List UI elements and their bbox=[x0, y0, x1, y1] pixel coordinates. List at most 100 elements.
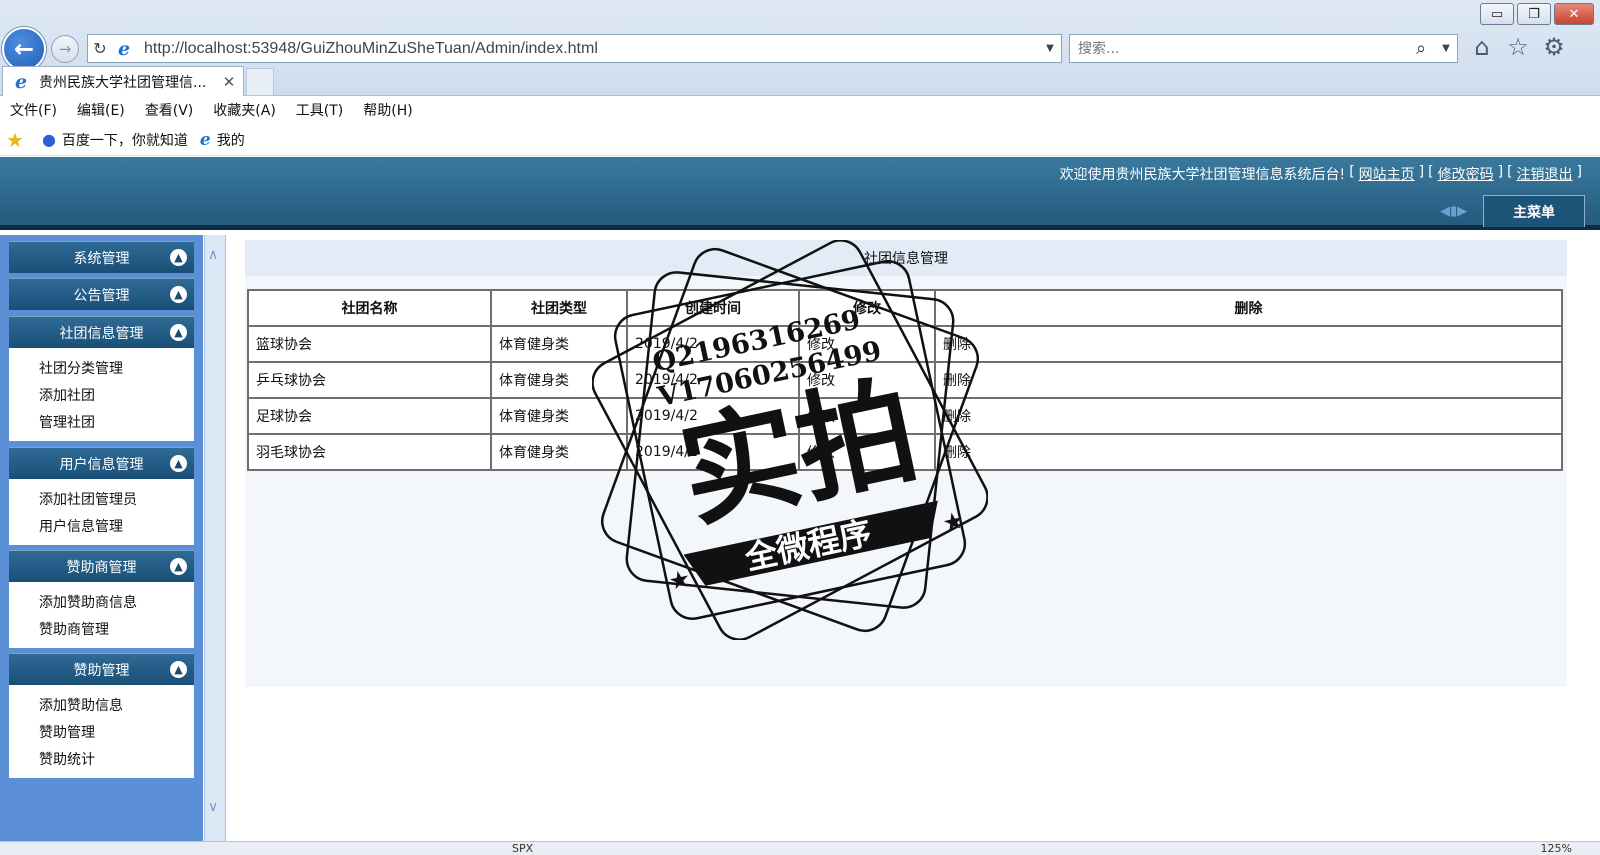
close-window-button[interactable]: ✕ bbox=[1554, 3, 1594, 25]
back-arrow-icon: ← bbox=[13, 35, 35, 63]
menu-tools[interactable]: 工具(T) bbox=[296, 100, 343, 120]
close-icon[interactable]: ✕ bbox=[221, 73, 237, 91]
panel-header-notice[interactable]: 公告管理 ▲ bbox=[9, 278, 194, 310]
panel-body: 社团分类管理 添加社团 管理社团 bbox=[9, 348, 194, 441]
scroll-up-icon[interactable]: ∧ bbox=[208, 247, 218, 263]
window-controls: ▭ ❐ ✕ bbox=[1480, 3, 1594, 25]
panel-header-sponsor[interactable]: 赞助商管理 ▲ bbox=[9, 550, 194, 582]
zoom-level[interactable]: 125% bbox=[1541, 842, 1572, 855]
refresh-icon[interactable]: ↻ bbox=[88, 39, 112, 58]
menu-view[interactable]: 查看(V) bbox=[145, 100, 194, 120]
collapse-chevron-icon[interactable]: ▲ bbox=[170, 558, 187, 575]
cell-club-name: 足球协会 bbox=[247, 397, 492, 435]
edit-link[interactable]: 修改 bbox=[798, 361, 936, 399]
address-bar[interactable]: ↻ e http://localhost:53948/GuiZhouMinZuS… bbox=[87, 34, 1062, 63]
sidebar-panel-club-info: 社团信息管理 ▲ 社团分类管理 添加社团 管理社团 bbox=[9, 316, 194, 441]
panel-header-sponsorship[interactable]: 赞助管理 ▲ bbox=[9, 653, 194, 685]
link-home[interactable]: 网站主页 bbox=[1359, 164, 1415, 184]
panel-title: 系统管理 bbox=[73, 250, 130, 267]
cell-created: 2019/4/2 bbox=[626, 325, 800, 363]
panel-body: 添加赞助信息 赞助管理 赞助统计 bbox=[9, 685, 194, 778]
panel-header-user-info[interactable]: 用户信息管理 ▲ bbox=[9, 447, 194, 479]
browser-tab[interactable]: e 贵州民族大学社团管理信... ✕ bbox=[2, 66, 244, 96]
menu-bar: 文件(F) 编辑(E) 查看(V) 收藏夹(A) 工具(T) 帮助(H) bbox=[0, 96, 1600, 124]
sidebar-item-sponsorship-manage[interactable]: 赞助管理 bbox=[39, 720, 194, 747]
sidebar-item-add-club-admin[interactable]: 添加社团管理员 bbox=[39, 487, 194, 514]
collapse-menu-icon[interactable]: ◀▮▶ bbox=[1440, 204, 1467, 219]
edit-link[interactable]: 修改 bbox=[798, 433, 936, 471]
content-panel: 社团信息管理 社团名称 社团类型 创建时间 修改 删除 篮球协会 体育健身类 2… bbox=[245, 240, 1567, 687]
sidebar-item-user-info[interactable]: 用户信息管理 bbox=[39, 514, 194, 541]
chevron-down-icon[interactable]: ▼ bbox=[1435, 43, 1457, 54]
forward-button[interactable]: → bbox=[51, 35, 79, 63]
favorite-mine[interactable]: 我的 bbox=[217, 130, 245, 150]
status-text: SPX bbox=[512, 842, 534, 855]
menu-file[interactable]: 文件(F) bbox=[10, 100, 57, 120]
delete-link[interactable]: 删除 bbox=[934, 325, 1563, 363]
page-title: 社团信息管理 bbox=[245, 240, 1567, 276]
ie-tab-icon: e bbox=[14, 70, 28, 93]
delete-link[interactable]: 删除 bbox=[934, 397, 1563, 435]
search-input[interactable] bbox=[1078, 40, 1407, 57]
sidebar-item-manage-club[interactable]: 管理社团 bbox=[39, 410, 194, 437]
sidebar-item-club-category[interactable]: 社团分类管理 bbox=[39, 356, 194, 383]
sidebar-item-sponsor-manage[interactable]: 赞助商管理 bbox=[39, 617, 194, 644]
panel-title: 赞助管理 bbox=[73, 662, 130, 679]
cell-club-type: 体育健身类 bbox=[490, 325, 628, 363]
chevron-down-icon[interactable]: ▼ bbox=[1039, 43, 1061, 54]
home-icon[interactable]: ⌂ bbox=[1468, 33, 1496, 61]
sidebar-item-add-sponsorship[interactable]: 添加赞助信息 bbox=[39, 693, 194, 720]
column-header-delete: 删除 bbox=[934, 289, 1563, 327]
restore-button[interactable]: ❐ bbox=[1517, 3, 1551, 25]
table-row: 羽毛球协会 体育健身类 2019/4/2 修改 删除 bbox=[247, 433, 1563, 471]
sidebar-item-sponsorship-stats[interactable]: 赞助统计 bbox=[39, 747, 194, 774]
collapse-chevron-icon[interactable]: ▲ bbox=[170, 286, 187, 303]
chrome-icons: ⌂ ☆ ⚙ bbox=[1468, 33, 1568, 61]
cell-club-name: 篮球协会 bbox=[247, 325, 492, 363]
ie-page-icon: e bbox=[199, 129, 211, 150]
cell-club-type: 体育健身类 bbox=[490, 397, 628, 435]
scroll-down-icon[interactable]: ∨ bbox=[208, 799, 218, 815]
column-header-edit: 修改 bbox=[798, 289, 936, 327]
tab-main-menu[interactable]: 主菜单 bbox=[1483, 195, 1585, 227]
cell-created: 2019/4/2 bbox=[626, 433, 800, 471]
table-row: 篮球协会 体育健身类 2019/4/2 修改 删除 bbox=[247, 325, 1563, 363]
welcome-text: 欢迎使用贵州民族大学社团管理信息系统后台! bbox=[1059, 167, 1346, 183]
url-text[interactable]: http://localhost:53948/GuiZhouMinZuSheTu… bbox=[144, 40, 1039, 58]
table-row: 乒乓球协会 体育健身类 2019/4/2 修改 删除 bbox=[247, 361, 1563, 399]
collapse-chevron-icon[interactable]: ▲ bbox=[170, 324, 187, 341]
new-tab-button[interactable] bbox=[246, 68, 274, 96]
sidebar-panel-notice: 公告管理 ▲ bbox=[9, 278, 194, 310]
collapse-chevron-icon[interactable]: ▲ bbox=[170, 455, 187, 472]
panel-title: 用户信息管理 bbox=[59, 456, 144, 473]
cell-created: 2019/4/2 bbox=[626, 397, 800, 435]
sidebar-item-add-sponsor[interactable]: 添加赞助商信息 bbox=[39, 590, 194, 617]
favorite-baidu[interactable]: 百度一下，你就知道 bbox=[62, 130, 188, 150]
minimize-button[interactable]: ▭ bbox=[1480, 3, 1514, 25]
search-icon[interactable]: ⌕ bbox=[1407, 38, 1435, 59]
panel-header-system[interactable]: 系统管理 ▲ bbox=[9, 241, 194, 273]
sidebar-item-add-club[interactable]: 添加社团 bbox=[39, 383, 194, 410]
menu-help[interactable]: 帮助(H) bbox=[363, 100, 412, 120]
favorites-star-icon[interactable]: ☆ bbox=[1504, 33, 1532, 61]
collapse-chevron-icon[interactable]: ▲ bbox=[170, 249, 187, 266]
favorites-star-icon[interactable]: ★ bbox=[6, 128, 24, 152]
edit-link[interactable]: 修改 bbox=[798, 325, 936, 363]
sidebar-splitter[interactable]: ∧ ∨ bbox=[204, 235, 226, 841]
menu-edit[interactable]: 编辑(E) bbox=[77, 100, 125, 120]
collapse-chevron-icon[interactable]: ▲ bbox=[170, 661, 187, 678]
search-box[interactable]: ⌕ ▼ bbox=[1069, 34, 1458, 63]
forward-arrow-icon: → bbox=[58, 40, 72, 58]
panel-header-club-info[interactable]: 社团信息管理 ▲ bbox=[9, 316, 194, 348]
link-logout[interactable]: 注销退出 bbox=[1517, 164, 1573, 184]
tab-title: 贵州民族大学社团管理信... bbox=[39, 74, 207, 91]
settings-gear-icon[interactable]: ⚙ bbox=[1540, 33, 1568, 61]
back-button[interactable]: ← bbox=[2, 27, 46, 71]
cell-club-name: 乒乓球协会 bbox=[247, 361, 492, 399]
menu-favorites[interactable]: 收藏夹(A) bbox=[213, 100, 276, 120]
delete-link[interactable]: 删除 bbox=[934, 361, 1563, 399]
link-change-password[interactable]: 修改密码 bbox=[1438, 164, 1494, 184]
sidebar: 系统管理 ▲ 公告管理 ▲ 社团信息管理 ▲ 社团分类管理 添加社团 管理社团 … bbox=[0, 235, 203, 841]
edit-link[interactable]: 修改 bbox=[798, 397, 936, 435]
delete-link[interactable]: 删除 bbox=[934, 433, 1563, 471]
